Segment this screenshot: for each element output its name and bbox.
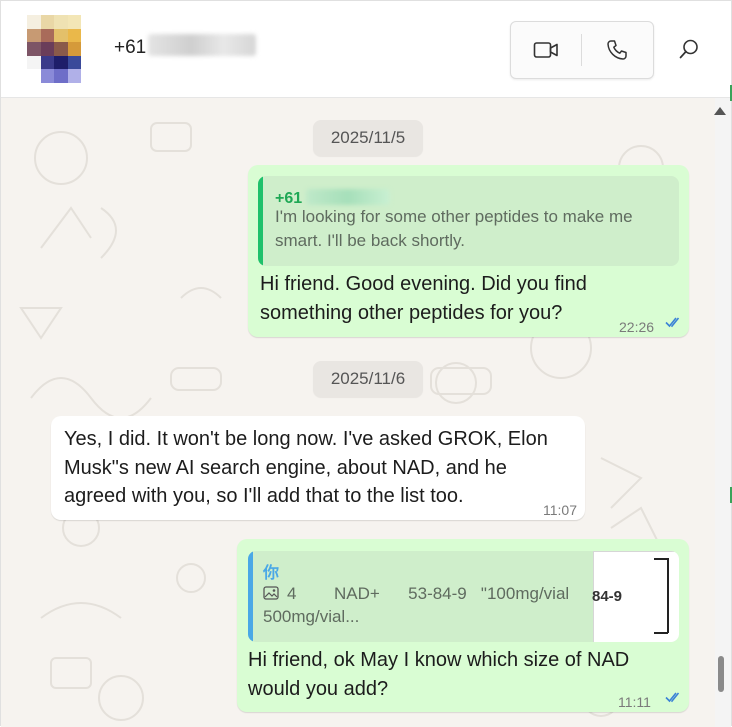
avatar-pixel	[54, 55, 68, 70]
scrollbar-thumb[interactable]	[718, 656, 724, 692]
avatar-pixel	[67, 69, 82, 83]
video-camera-icon	[533, 42, 558, 58]
quote-sender: 你	[263, 565, 280, 582]
thumbnail-border-line	[654, 632, 668, 634]
avatar-pixel	[40, 69, 55, 83]
message-text-line: something other peptides for you?	[260, 302, 563, 324]
avatar-pixel	[27, 15, 41, 29]
quote-accent-bar	[258, 176, 263, 266]
avatar-pixel	[67, 55, 82, 70]
message-time: 11:11	[618, 694, 651, 710]
date-separator: 2025/11/5	[313, 120, 423, 156]
thumbnail-text: 84-9	[592, 588, 623, 605]
avatar-pixel	[27, 69, 41, 83]
message-text-line: agreed with you, so I'll add that to the…	[64, 485, 464, 507]
double-check-icon	[665, 692, 680, 703]
avatar-pixel	[27, 55, 41, 70]
quote-text-line: smart. I'll be back shortly.	[275, 231, 465, 250]
quote-media-count: 4	[287, 584, 297, 603]
avatar-pixel	[27, 28, 41, 43]
avatar-pixel	[40, 42, 55, 56]
message-list[interactable]: 2025/11/5 +61 I'm looking for some other…	[1, 98, 715, 727]
quote-text-line: 500mg/vial...	[263, 607, 360, 626]
avatar-pixel	[54, 42, 68, 56]
outgoing-message[interactable]: 你 4 NAD+ 53-84-9 "100mg/vial 500mg/vial.…	[237, 539, 689, 712]
phone-icon	[607, 40, 627, 60]
chat-header: +61	[1, 1, 731, 98]
image-icon	[263, 586, 279, 600]
redacted-name	[148, 34, 256, 56]
avatar-pixel	[81, 15, 95, 29]
message-text-line: Hi friend, ok May I know which size of N…	[248, 649, 630, 671]
avatar-pixel	[27, 42, 41, 56]
avatar-pixel	[81, 42, 95, 56]
avatar-pixel	[54, 28, 68, 43]
avatar-pixel	[54, 15, 68, 29]
voice-call-button[interactable]	[582, 22, 652, 78]
avatar[interactable]	[27, 15, 95, 83]
scroll-up-arrow[interactable]	[714, 107, 726, 115]
avatar-pixel	[40, 55, 55, 70]
quote-thumbnail[interactable]: 84-9	[592, 551, 679, 642]
avatar-pixel	[81, 69, 95, 83]
avatar-pixel	[40, 28, 55, 43]
quoted-message[interactable]: +61 I'm looking for some other peptides …	[258, 176, 679, 266]
avatar-pixel	[40, 15, 55, 29]
avatar-pixel	[81, 28, 95, 43]
call-buttons	[510, 21, 654, 79]
message-time: 22:26	[619, 319, 655, 335]
message-text-line: Musk"s new AI search engine, about NAD, …	[64, 457, 507, 479]
quoted-message[interactable]: 你 4 NAD+ 53-84-9 "100mg/vial 500mg/vial.…	[248, 551, 679, 642]
incoming-message[interactable]: Yes, I did. It won't be long now. I've a…	[51, 416, 585, 520]
message-text-line: would you add?	[248, 678, 389, 700]
thumbnail-border-line	[654, 558, 668, 560]
avatar-pixel	[67, 42, 82, 56]
redacted-sender	[306, 189, 390, 205]
message-text-line: Yes, I did. It won't be long now. I've a…	[64, 428, 548, 450]
search-icon	[679, 39, 698, 59]
date-separator: 2025/11/6	[313, 361, 423, 397]
double-check-icon	[665, 317, 680, 328]
quote-text-line: I'm looking for some other peptides to m…	[275, 207, 633, 226]
contact-name[interactable]: +61	[114, 37, 146, 59]
avatar-pixel	[81, 55, 95, 70]
avatar-pixel	[54, 69, 68, 83]
search-button[interactable]	[671, 31, 707, 67]
avatar-pixel	[67, 28, 82, 43]
chat-window: +61 2025/11/5 +61 I'm looking for some o…	[0, 0, 732, 727]
scrollbar-track[interactable]	[715, 98, 731, 727]
quote-text-line: NAD+ 53-84-9 "100mg/vial	[334, 584, 570, 603]
quote-accent-bar	[248, 551, 253, 642]
avatar-pixel	[67, 15, 82, 29]
thumbnail-border-line	[667, 558, 669, 633]
message-text-line: Hi friend. Good evening. Did you find	[260, 273, 587, 295]
outgoing-message[interactable]: +61 I'm looking for some other peptides …	[248, 165, 689, 337]
message-time: 11:07	[543, 502, 577, 518]
video-call-button[interactable]	[511, 22, 581, 78]
